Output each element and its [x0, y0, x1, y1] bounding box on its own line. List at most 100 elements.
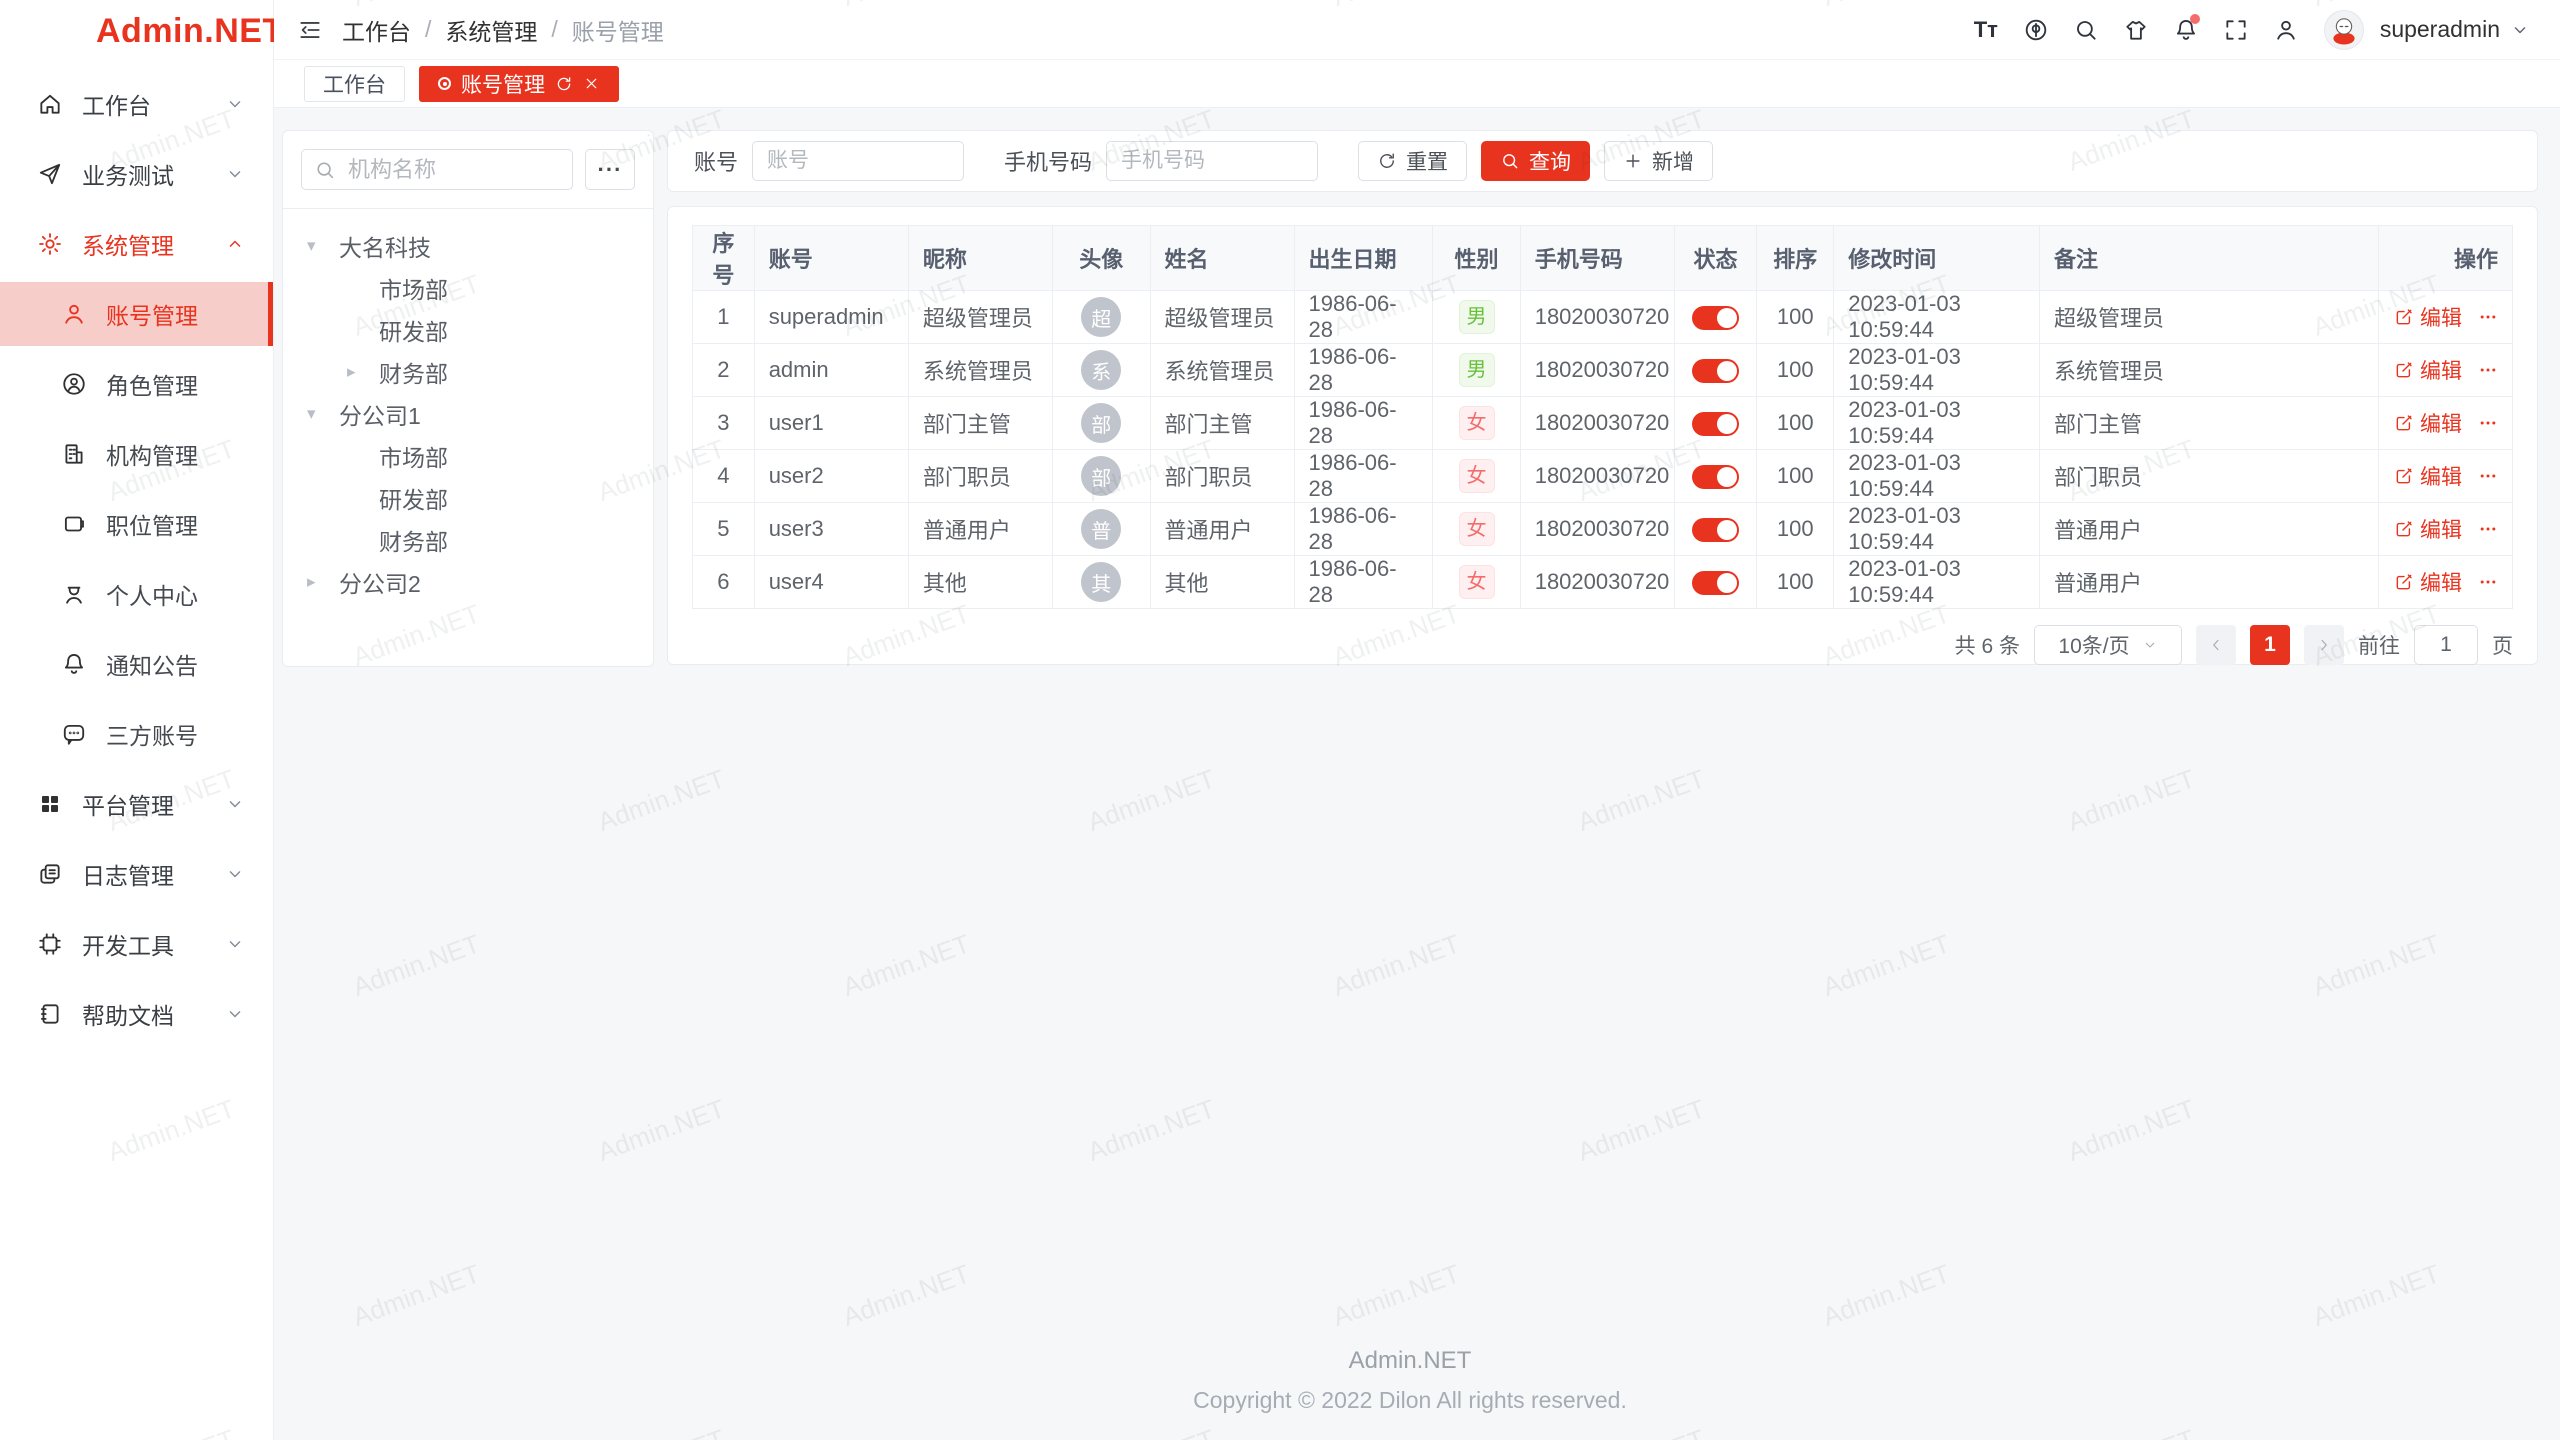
- gender-tag: 女: [1459, 565, 1495, 599]
- row-more-button[interactable]: [2478, 572, 2498, 592]
- cell-seq: 1: [693, 291, 755, 344]
- row-more-button[interactable]: [2478, 519, 2498, 539]
- language-icon[interactable]: [2014, 10, 2058, 50]
- account-input[interactable]: [752, 141, 964, 181]
- sidebar-item-dev-tools[interactable]: 开发工具: [0, 912, 273, 976]
- caret-icon[interactable]: ▾: [307, 236, 339, 256]
- status-toggle[interactable]: [1692, 465, 1739, 489]
- toggle-knob: [1717, 414, 1737, 434]
- send-icon: [36, 160, 64, 188]
- person-center-icon: [60, 580, 88, 608]
- edit-button[interactable]: 编辑: [2394, 355, 2462, 385]
- tab-refresh-icon[interactable]: [555, 75, 573, 93]
- sidebar-item-personal-center[interactable]: 个人中心: [0, 562, 273, 626]
- cell-sort: 100: [1757, 344, 1834, 397]
- font-size-icon[interactable]: Tт: [1964, 10, 2008, 50]
- cell-nickname: 系统管理员: [908, 344, 1052, 397]
- username[interactable]: superadmin: [2380, 16, 2500, 43]
- breadcrumb-item[interactable]: 系统管理: [445, 13, 537, 47]
- tab-account-management[interactable]: 账号管理: [419, 66, 619, 102]
- fullscreen-icon[interactable]: [2214, 10, 2258, 50]
- sidebar-item-workbench[interactable]: 工作台: [0, 72, 273, 136]
- row-more-button[interactable]: [2478, 466, 2498, 486]
- profile-icon[interactable]: [2264, 10, 2308, 50]
- topbar: 工作台 / 系统管理 / 账号管理 Tт: [274, 0, 2560, 60]
- edit-button[interactable]: 编辑: [2394, 461, 2462, 491]
- prev-page-button[interactable]: [2196, 625, 2236, 665]
- chevron-up-icon: [225, 234, 245, 254]
- notification-icon[interactable]: [2164, 10, 2208, 50]
- org-search-input[interactable]: [301, 149, 573, 190]
- status-toggle[interactable]: [1692, 306, 1739, 330]
- page-number-button[interactable]: 1: [2250, 625, 2290, 665]
- toggle-knob: [1717, 520, 1737, 540]
- cell-account: user2: [754, 450, 908, 503]
- cell-birthdate: 1986-06-28: [1294, 397, 1433, 450]
- toggle-knob: [1717, 308, 1737, 328]
- edit-button[interactable]: 编辑: [2394, 302, 2462, 332]
- tree-node[interactable]: ▸ 财务部: [301, 351, 635, 393]
- edit-button[interactable]: 编辑: [2394, 567, 2462, 597]
- tree-more-button[interactable]: ···: [585, 149, 635, 190]
- edit-button[interactable]: 编辑: [2394, 514, 2462, 544]
- tree-node[interactable]: ▸ 分公司2: [301, 561, 635, 603]
- tree-node[interactable]: ▾ 分公司1: [301, 393, 635, 435]
- edit-icon: [2394, 466, 2414, 486]
- sidebar-item-notice[interactable]: 通知公告: [0, 632, 273, 696]
- sidebar-item-business-test[interactable]: 业务测试: [0, 142, 273, 206]
- caret-icon[interactable]: ▸: [347, 362, 379, 382]
- tree-node[interactable]: ▾ 大名科技: [301, 225, 635, 267]
- phone-input[interactable]: [1106, 141, 1318, 181]
- user-avatar[interactable]: [2324, 10, 2364, 50]
- more-dots-icon: [2478, 572, 2498, 592]
- add-button[interactable]: 新增: [1604, 141, 1713, 181]
- row-more-button[interactable]: [2478, 307, 2498, 327]
- status-toggle[interactable]: [1692, 412, 1739, 436]
- sidebar-item-log-management[interactable]: 日志管理: [0, 842, 273, 906]
- sidebar-item-third-party-account[interactable]: 三方账号: [0, 702, 273, 766]
- edit-button[interactable]: 编辑: [2394, 408, 2462, 438]
- sidebar-item-account-management[interactable]: 账号管理: [0, 282, 273, 346]
- sidebar-item-platform-management[interactable]: 平台管理: [0, 772, 273, 836]
- col-avatar: 头像: [1052, 226, 1150, 291]
- sidebar-item-position-management[interactable]: 职位管理: [0, 492, 273, 556]
- cell-nickname: 其他: [908, 556, 1052, 609]
- status-toggle[interactable]: [1692, 571, 1739, 595]
- caret-icon[interactable]: ▸: [307, 572, 339, 592]
- chevron-down-icon: [225, 164, 245, 184]
- tree-node-label: 研发部: [379, 313, 448, 347]
- goto-page-input[interactable]: [2414, 625, 2478, 665]
- page-size-select[interactable]: 10条/页: [2034, 625, 2182, 665]
- search-icon[interactable]: [2064, 10, 2108, 50]
- reset-button[interactable]: 重置: [1358, 141, 1467, 181]
- next-page-button[interactable]: [2304, 625, 2344, 665]
- status-toggle[interactable]: [1692, 518, 1739, 542]
- caret-icon[interactable]: ▾: [307, 404, 339, 424]
- cell-phone: 18020030720: [1520, 503, 1674, 556]
- cell-seq: 5: [693, 503, 755, 556]
- chevron-down-icon[interactable]: [2510, 20, 2530, 40]
- status-toggle[interactable]: [1692, 359, 1739, 383]
- breadcrumb-item[interactable]: 工作台: [342, 13, 411, 47]
- row-more-button[interactable]: [2478, 413, 2498, 433]
- row-more-button[interactable]: [2478, 360, 2498, 380]
- breadcrumb-separator: /: [425, 16, 431, 43]
- tree-node[interactable]: 市场部: [301, 267, 635, 309]
- sidebar-item-role-management[interactable]: 角色管理: [0, 352, 273, 416]
- table-row: 5 user3 普通用户 普 普通用户 1986-06-28 女 1802003…: [693, 503, 2513, 556]
- cell-seq: 4: [693, 450, 755, 503]
- cell-nickname: 超级管理员: [908, 291, 1052, 344]
- tree-node-label: 分公司2: [339, 565, 421, 599]
- tab-workbench[interactable]: 工作台: [304, 66, 405, 102]
- tree-node[interactable]: 财务部: [301, 519, 635, 561]
- tree-node[interactable]: 研发部: [301, 309, 635, 351]
- tab-close-icon[interactable]: [583, 75, 600, 92]
- tree-node[interactable]: 市场部: [301, 435, 635, 477]
- tree-node[interactable]: 研发部: [301, 477, 635, 519]
- query-button[interactable]: 查询: [1481, 141, 1590, 181]
- theme-icon[interactable]: [2114, 10, 2158, 50]
- sidebar-item-system-management[interactable]: 系统管理: [0, 212, 273, 276]
- sidebar-item-help-docs[interactable]: 帮助文档: [0, 982, 273, 1046]
- sidebar-item-org-management[interactable]: 机构管理: [0, 422, 273, 486]
- menu-fold-icon[interactable]: [292, 12, 328, 48]
